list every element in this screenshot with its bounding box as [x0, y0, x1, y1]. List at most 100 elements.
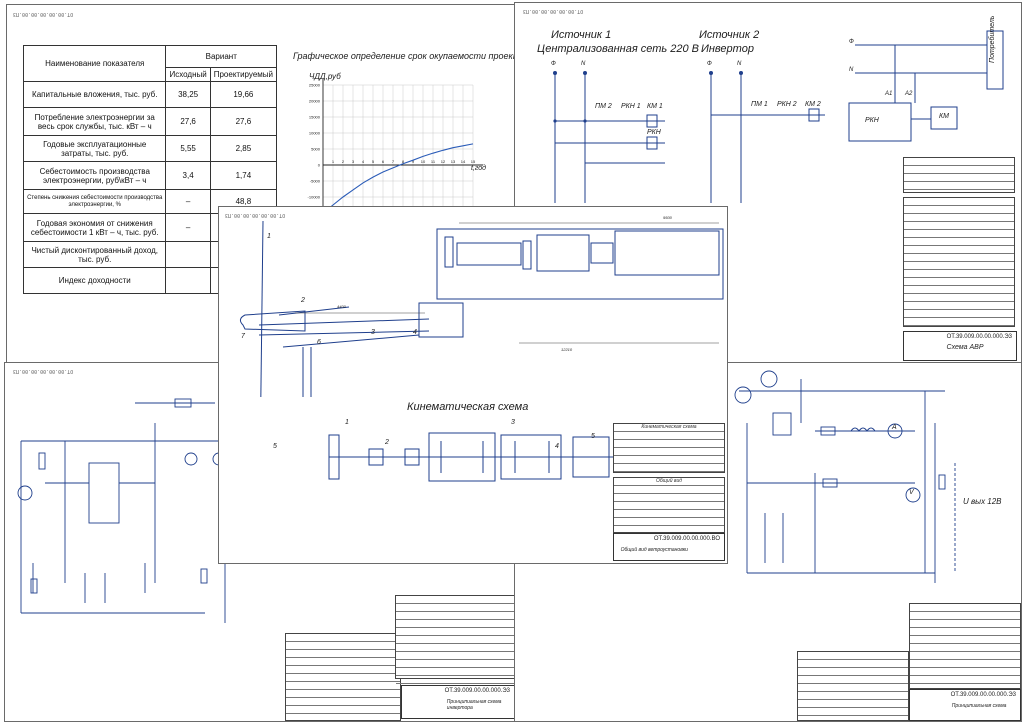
row-name: Себестоимость производства электроэнерги… — [22, 161, 167, 191]
header-variant: Вариант — [165, 45, 277, 68]
consumer-label: Потребитель — [989, 15, 996, 63]
y-tick-label: 0 — [318, 163, 321, 168]
avr-right-schematic — [848, 30, 1004, 142]
avr-spec-table — [903, 157, 1015, 193]
row-initial: 38,25 — [165, 81, 211, 109]
callout-2: 2 — [301, 297, 305, 304]
label-km-box: КМ — [939, 113, 949, 120]
contact-pkn2: РКН 2 — [777, 101, 797, 108]
sheet-stamp: ОТ.00.00.00.00.00.ПЗ — [13, 11, 74, 17]
charger-spec-table-b — [909, 603, 1021, 692]
title-name: Общий вид ветроустановки — [620, 547, 688, 553]
spec-title: Общий вид — [614, 478, 724, 486]
kin-callout-5: 5 — [591, 433, 595, 440]
row-name: Степень снижения себестоимости производс… — [22, 189, 167, 215]
y-tick-label: -5000 — [310, 179, 321, 184]
y-tick-label: -10000 — [308, 195, 321, 200]
y-tick-label: 10000 — [309, 131, 321, 136]
row-initial: 3,4 — [165, 161, 211, 191]
terminal-n-2: N — [737, 61, 742, 67]
dim-9500: 9500 — [663, 215, 672, 220]
contact-pkn1: РКН 1 — [621, 103, 641, 110]
kinematic-sheet: ОТ.00.00.00.00.00.ПЗ 1 2 3 4 5 6 7 9500 … — [218, 206, 728, 564]
dim-12210: 12210 — [561, 347, 573, 352]
row-name: Индекс доходности — [22, 267, 167, 295]
right-f: Ф — [849, 39, 854, 45]
x-tick-label: 11 — [431, 159, 436, 164]
avr-title-block: ОТ.39.009.00.00.000.Э3 Схема АВР — [903, 331, 1017, 361]
x-tick-label: 10 — [421, 159, 426, 164]
x-tick-label: 7 — [392, 159, 395, 164]
row-name: Потребление электроэнергии за весь срок … — [22, 107, 167, 137]
title-name: Схема АВР — [946, 343, 984, 351]
row-designed: 2,85 — [209, 135, 278, 163]
x-tick-label: 4 — [362, 159, 365, 164]
kinematic-spec-table: Кинематическая схема — [613, 423, 725, 473]
header-designed: Проектируемый — [209, 66, 278, 83]
inverter-title-block: ОТ.39.009.00.00.000.Э3 Принципиальная сх… — [401, 685, 515, 719]
x-tick-label: 14 — [461, 159, 466, 164]
x-tick-label: 3 — [352, 159, 355, 164]
row-designed: 27,6 — [209, 107, 278, 137]
contact-pm1: ПМ 1 — [751, 101, 768, 108]
inverter-spec-table-a — [285, 633, 401, 721]
row-initial: – — [165, 189, 211, 215]
row-initial: – — [165, 213, 211, 243]
title-code: ОТ.39.009.00.00.000.ВО — [653, 536, 720, 542]
label-a2: А2 — [905, 91, 913, 97]
callout-3: 3 — [371, 329, 375, 336]
kinematic-title-block: ОТ.39.009.00.00.000.ВО Общий вид ветроус… — [613, 533, 725, 561]
title-code: ОТ.39.009.00.00.000.Э3 — [950, 692, 1016, 698]
header-initial: Исходный — [165, 66, 211, 83]
voltage-label: U вых 12В — [963, 497, 1002, 506]
charger-spec-table-a — [797, 651, 909, 721]
contact-km1: КМ 1 — [647, 103, 663, 110]
terminal-f-1: Ф — [551, 61, 556, 67]
row-designed: 1,74 — [209, 161, 278, 191]
x-tick-label: 2 — [342, 159, 345, 164]
x-tick-label: 12 — [441, 159, 446, 164]
wind-turbine-drawing — [239, 220, 724, 397]
title-code: ОТ.39.009.00.00.000.Э3 — [444, 688, 510, 694]
kin-callout-1: 1 — [345, 419, 349, 426]
callout-4: 4 — [413, 329, 417, 336]
row-initial — [165, 267, 211, 295]
row-designed: 19,66 — [209, 81, 278, 109]
x-axis-label: t,год — [471, 164, 486, 172]
label-a1: А1 — [885, 91, 893, 97]
label-pkn-box: РКН — [865, 117, 879, 124]
terminal-f-2: Ф — [707, 61, 712, 67]
x-tick-label: 1 — [332, 159, 335, 164]
row-name: Чистый дисконтированный доход, тыс. руб. — [22, 241, 167, 269]
npv-series-line — [322, 143, 474, 214]
charger-title-block: ОТ.39.009.00.00.000.Э3 Принципиальная сх… — [909, 689, 1021, 721]
header-name: Наименование показателя — [22, 44, 167, 83]
meter-v: V — [909, 489, 914, 496]
contact-km2: КМ 2 — [805, 101, 821, 108]
x-tick-label: 5 — [372, 159, 375, 164]
callout-1: 1 — [267, 233, 271, 240]
y-axis-label: ЧДД,руб — [309, 72, 341, 81]
spec-title: Кинематическая схема — [614, 424, 724, 432]
x-tick-label: 13 — [451, 159, 456, 164]
x-tick-label: 15 — [471, 159, 476, 164]
kinematic-diagram — [328, 432, 619, 482]
terminal-n-1: N — [581, 61, 586, 67]
y-tick-label: 15000 — [309, 115, 321, 120]
kin-callout-2: 2 — [385, 439, 389, 446]
meter-a: A — [892, 424, 897, 431]
y-tick-label: 5000 — [311, 147, 321, 152]
contact-pm2: ПМ 2 — [595, 103, 612, 110]
chart-title: Графическое определение срок окупаемости… — [293, 51, 516, 61]
contact-pkn: РКН — [647, 129, 661, 136]
right-n: N — [849, 67, 854, 73]
row-initial — [165, 241, 211, 269]
title-name: Принципиальная схема инвертора — [446, 698, 502, 711]
npv-chart: 2500020000150001000050000-5000-10000-150… — [308, 72, 487, 216]
kin-callout-3: 3 — [511, 419, 515, 426]
title-name: Принципиальная схема — [951, 702, 1007, 709]
row-initial: 27,6 — [165, 107, 211, 137]
general-view-spec-table: Общий вид — [613, 477, 725, 534]
row-name: Годовые эксплуатационные затраты, тыс. р… — [22, 135, 167, 163]
row-initial: 5,55 — [165, 135, 211, 163]
